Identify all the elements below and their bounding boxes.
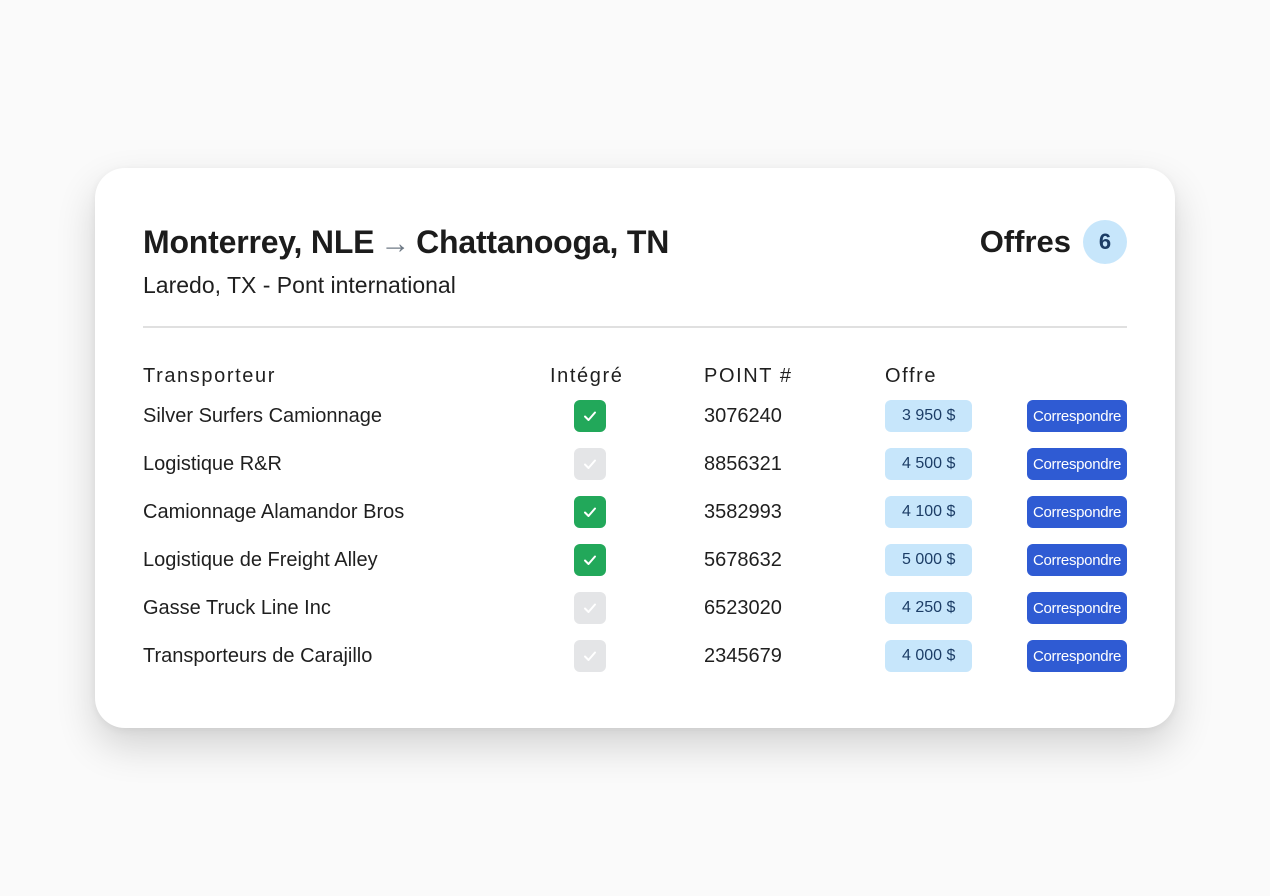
offer-cell: 4 000 $ bbox=[885, 640, 973, 672]
offers-summary: Offres 6 bbox=[980, 220, 1127, 264]
action-cell: Correspondre bbox=[1027, 400, 1127, 432]
table-row: Gasse Truck Line Inc 6523020 4 250 $ Cor… bbox=[143, 592, 1127, 640]
point-number: 3076240 bbox=[704, 404, 782, 427]
point-number: 6523020 bbox=[704, 596, 782, 619]
column-header-point: POINT # bbox=[704, 365, 793, 387]
carrier-name: Camionnage Alamandor Bros bbox=[143, 500, 405, 523]
integrated-cell bbox=[574, 640, 606, 672]
column-header-carrier: Transporteur bbox=[143, 365, 276, 387]
match-button[interactable]: Correspondre bbox=[1027, 496, 1127, 528]
offers-label: Offres bbox=[979, 224, 1071, 259]
integrated-checkbox[interactable] bbox=[574, 400, 606, 432]
offer-amount-badge: 4 500 $ bbox=[885, 448, 973, 480]
table-row: Silver Surfers Camionnage 3076240 3 950 … bbox=[143, 400, 1127, 448]
check-icon bbox=[584, 651, 596, 661]
column-header-integrated: Intégré bbox=[550, 365, 624, 387]
offer-cell: 4 100 $ bbox=[885, 496, 973, 528]
check-icon bbox=[584, 555, 596, 565]
integrated-checkbox[interactable] bbox=[574, 448, 606, 480]
table-row: Logistique R&R 8856321 4 500 $ Correspon… bbox=[143, 448, 1127, 496]
table-header: Transporteur Intégré POINT # Offre bbox=[143, 365, 1127, 389]
action-cell: Correspondre bbox=[1027, 640, 1127, 672]
table-row: Logistique de Freight Alley 5678632 5 00… bbox=[143, 544, 1127, 592]
point-number: 2345679 bbox=[704, 644, 782, 667]
carrier-name: Gasse Truck Line Inc bbox=[143, 596, 331, 619]
integrated-cell bbox=[574, 496, 606, 528]
action-cell: Correspondre bbox=[1027, 592, 1127, 624]
offer-cell: 3 950 $ bbox=[885, 400, 973, 432]
offer-cell: 4 500 $ bbox=[885, 448, 973, 480]
point-number: 3582993 bbox=[704, 500, 782, 523]
integrated-checkbox[interactable] bbox=[574, 544, 606, 576]
integrated-cell bbox=[574, 592, 606, 624]
integrated-checkbox[interactable] bbox=[574, 640, 606, 672]
match-button[interactable]: Correspondre bbox=[1027, 640, 1127, 672]
origin-city: Monterrey, NLE bbox=[143, 224, 375, 260]
integrated-cell bbox=[574, 544, 606, 576]
action-cell: Correspondre bbox=[1027, 544, 1127, 576]
match-button[interactable]: Correspondre bbox=[1027, 400, 1127, 432]
offer-cell: 4 250 $ bbox=[885, 592, 973, 624]
header-divider bbox=[143, 326, 1127, 328]
integrated-checkbox[interactable] bbox=[574, 496, 606, 528]
match-button[interactable]: Correspondre bbox=[1027, 592, 1127, 624]
route-subtitle: Laredo, TX - Pont international bbox=[143, 272, 456, 298]
match-button[interactable]: Correspondre bbox=[1027, 544, 1127, 576]
match-button[interactable]: Correspondre bbox=[1027, 448, 1127, 480]
carrier-name: Transporteurs de Carajillo bbox=[143, 644, 373, 667]
check-icon bbox=[584, 507, 596, 517]
integrated-checkbox[interactable] bbox=[574, 592, 606, 624]
carrier-name: Logistique R&R bbox=[143, 452, 282, 475]
destination-city: Chattanooga, TN bbox=[416, 224, 670, 260]
offer-amount-badge: 4 250 $ bbox=[885, 592, 973, 624]
offer-amount-badge: 4 000 $ bbox=[885, 640, 973, 672]
load-card: Monterrey, NLE → Chattanooga, TN Laredo, T… bbox=[95, 168, 1175, 728]
table-row: Transporteurs de Carajillo 2345679 4 000… bbox=[143, 640, 1127, 688]
offer-amount-badge: 5 000 $ bbox=[885, 544, 973, 576]
offer-amount-badge: 4 100 $ bbox=[885, 496, 973, 528]
integrated-cell bbox=[574, 400, 606, 432]
point-number: 8856321 bbox=[704, 452, 782, 475]
offers-count-badge: 6 bbox=[1083, 220, 1127, 264]
check-icon bbox=[584, 411, 596, 421]
action-cell: Correspondre bbox=[1027, 448, 1127, 480]
offer-cell: 5 000 $ bbox=[885, 544, 973, 576]
route-title: Monterrey, NLE → Chattanooga, TN bbox=[143, 224, 669, 261]
check-icon bbox=[584, 603, 596, 613]
point-number: 5678632 bbox=[704, 548, 782, 571]
column-header-offer: Offre bbox=[885, 365, 938, 387]
check-icon bbox=[584, 459, 596, 469]
carrier-name: Silver Surfers Camionnage bbox=[143, 404, 382, 427]
carrier-table-body: Silver Surfers Camionnage 3076240 3 950 … bbox=[143, 400, 1127, 688]
integrated-cell bbox=[574, 448, 606, 480]
offer-amount-badge: 3 950 $ bbox=[885, 400, 973, 432]
table-row: Camionnage Alamandor Bros 3582993 4 100 … bbox=[143, 496, 1127, 544]
carrier-name: Logistique de Freight Alley bbox=[143, 548, 378, 571]
action-cell: Correspondre bbox=[1027, 496, 1127, 528]
arrow-right-icon: → bbox=[380, 227, 411, 260]
